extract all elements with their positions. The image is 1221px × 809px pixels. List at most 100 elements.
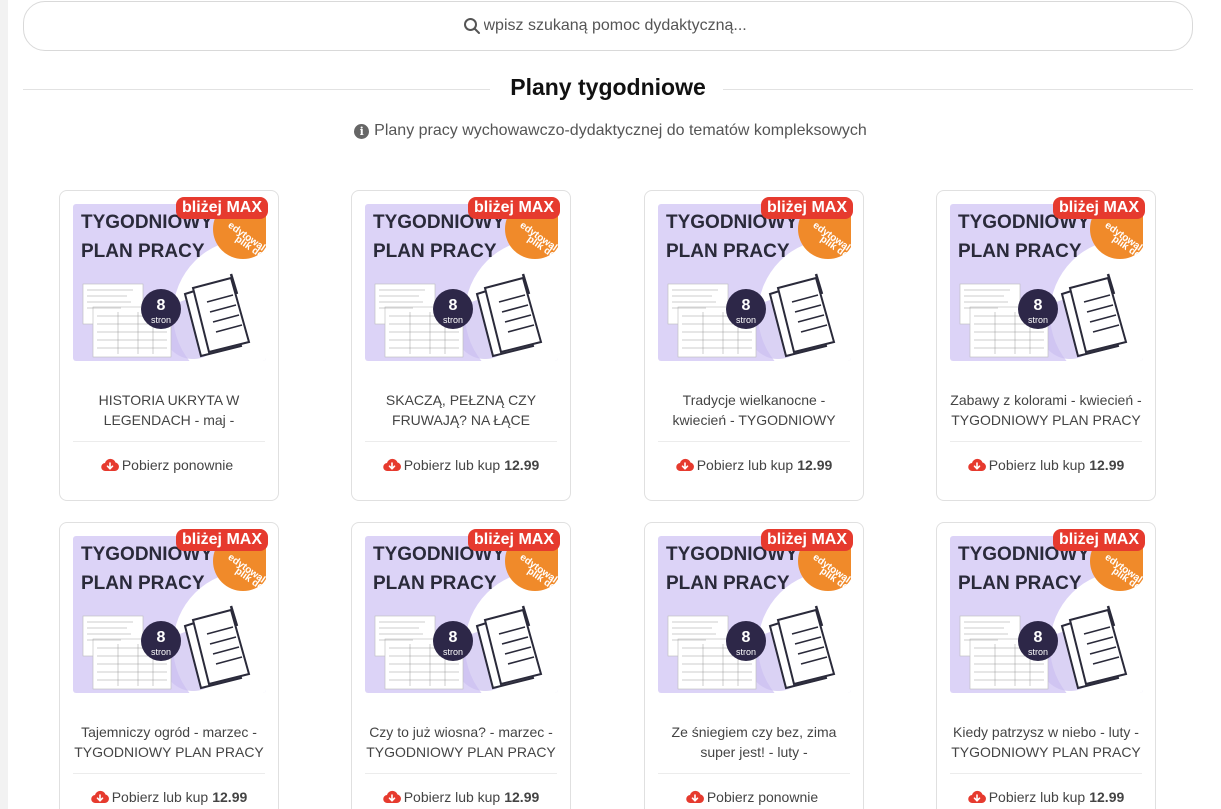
cloud-download-icon — [382, 790, 401, 804]
pages-label: stron — [443, 647, 463, 657]
product-thumbnail[interactable]: TYGODNIOWY PLAN PRACY edytowalny plik do… — [950, 204, 1143, 361]
thumb-title-line2: PLAN PRACY — [373, 241, 497, 262]
product-title[interactable]: Czy to już wiosna? - marzec - TYGODNIOWY… — [362, 722, 560, 762]
pages-count: 8 — [742, 629, 751, 646]
cloud-download-icon — [101, 458, 119, 472]
product-thumbnail[interactable]: TYGODNIOWY PLAN PRACY edytowalny plik do… — [950, 536, 1143, 693]
search-bar[interactable] — [23, 1, 1193, 51]
product-title[interactable]: SKACZĄ, PEŁZNĄ CZY FRUWAJĄ? NA ŁĄCE — [362, 390, 560, 430]
download-button[interactable]: Pobierz ponownie — [645, 789, 863, 805]
price: 12.99 — [797, 457, 833, 473]
product-title[interactable]: Kiedy patrzysz w niebo - luty - TYGODNIO… — [947, 722, 1145, 762]
product-card[interactable]: TYGODNIOWY PLAN PRACY edytowalny plik do… — [59, 190, 279, 501]
card-divider — [365, 773, 557, 774]
pages-count: 8 — [449, 297, 458, 314]
product-thumbnail[interactable]: TYGODNIOWY PLAN PRACY edytowalny plik do… — [73, 536, 266, 693]
product-thumbnail[interactable]: TYGODNIOWY PLAN PRACY edytowalny plik do… — [658, 536, 851, 693]
pages-label: stron — [151, 315, 171, 325]
download-button[interactable]: Pobierz lub kup 12.99 — [352, 789, 570, 805]
download-label: Pobierz lub kup — [696, 457, 794, 473]
product-title[interactable]: Ze śniegiem czy bez, zima super jest! - … — [655, 722, 853, 762]
max-badge: bliżej MAX — [175, 197, 268, 219]
product-thumbnail[interactable]: TYGODNIOWY PLAN PRACY edytowalny plik do… — [365, 204, 558, 361]
product-card[interactable]: TYGODNIOWY PLAN PRACY edytowalny plik do… — [644, 522, 864, 809]
pages-label: stron — [151, 647, 171, 657]
download-label: Pobierz lub kup — [988, 457, 1086, 473]
download-button[interactable]: Pobierz lub kup 12.99 — [60, 789, 278, 805]
card-divider — [950, 773, 1142, 774]
card-divider — [73, 441, 265, 442]
pages-label: stron — [736, 315, 756, 325]
card-divider — [658, 773, 850, 774]
card-divider — [658, 441, 850, 442]
max-badge: bliżej MAX — [760, 529, 853, 551]
cloud-download-icon — [382, 458, 401, 472]
price: 12.99 — [212, 789, 248, 805]
pages-count: 8 — [449, 629, 458, 646]
cloud-download-icon — [967, 790, 986, 804]
download-button[interactable]: Pobierz lub kup 12.99 — [352, 457, 570, 473]
product-title[interactable]: Tradycje wielkanocne - kwiecień - TYGODN… — [655, 390, 853, 430]
section-title: Plany tygodniowe — [510, 74, 706, 100]
product-title[interactable]: HISTORIA UKRYTA W LEGENDACH - maj - — [70, 390, 268, 430]
info-icon: i — [354, 123, 370, 139]
page: Plany tygodniowe i Plany pracy wychowawc… — [0, 0, 1221, 809]
thumb-title-line2: PLAN PRACY — [81, 241, 205, 262]
search-input[interactable] — [483, 17, 754, 35]
product-card[interactable]: TYGODNIOWY PLAN PRACY edytowalny plik do… — [936, 522, 1156, 809]
product-thumbnail[interactable]: TYGODNIOWY PLAN PRACY edytowalny plik do… — [365, 536, 558, 693]
product-card[interactable]: TYGODNIOWY PLAN PRACY edytowalny plik do… — [644, 190, 864, 501]
product-card[interactable]: TYGODNIOWY PLAN PRACY edytowalny plik do… — [936, 190, 1156, 501]
price: 12.99 — [504, 457, 540, 473]
product-title[interactable]: Zabawy z kolorami - kwiecień - TYGODNIOW… — [947, 390, 1145, 430]
pages-label: stron — [443, 315, 463, 325]
download-label: Pobierz ponownie — [121, 457, 234, 473]
price: 12.99 — [1089, 789, 1125, 805]
pages-count: 8 — [742, 297, 751, 314]
product-card[interactable]: TYGODNIOWY PLAN PRACY edytowalny plik do… — [59, 522, 279, 809]
download-label: Pobierz lub kup — [111, 789, 209, 805]
card-divider — [950, 441, 1142, 442]
search-icon[interactable] — [463, 17, 481, 35]
cloud-download-icon — [675, 458, 694, 472]
max-badge: bliżej MAX — [1052, 197, 1145, 219]
download-button[interactable]: Pobierz lub kup 12.99 — [937, 789, 1155, 805]
pages-count: 8 — [157, 629, 166, 646]
download-label: Pobierz lub kup — [403, 789, 501, 805]
pages-count: 8 — [1034, 629, 1043, 646]
product-title[interactable]: Tajemniczy ogród - marzec - TYGODNIOWY P… — [70, 722, 268, 762]
thumb-title-line2: PLAN PRACY — [81, 573, 205, 594]
cloud-download-icon — [686, 790, 704, 804]
pages-label: stron — [1028, 647, 1048, 657]
download-label: Pobierz lub kup — [988, 789, 1086, 805]
cloud-download-icon — [90, 790, 109, 804]
card-divider — [365, 441, 557, 442]
thumb-title-line2: PLAN PRACY — [958, 573, 1082, 594]
card-divider — [73, 773, 265, 774]
download-label: Pobierz ponownie — [706, 789, 819, 805]
max-badge: bliżej MAX — [467, 197, 560, 219]
pages-label: stron — [736, 647, 756, 657]
max-badge: bliżej MAX — [1052, 529, 1145, 551]
pages-label: stron — [1028, 315, 1048, 325]
product-card[interactable]: TYGODNIOWY PLAN PRACY edytowalny plik do… — [351, 190, 571, 501]
price: 12.99 — [1089, 457, 1125, 473]
download-button[interactable]: Pobierz ponownie — [60, 457, 278, 473]
section-subtitle: i Plany pracy wychowawczo-dydaktycznej d… — [0, 122, 1221, 140]
pages-count: 8 — [157, 297, 166, 314]
download-button[interactable]: Pobierz lub kup 12.99 — [937, 457, 1155, 473]
product-thumbnail[interactable]: TYGODNIOWY PLAN PRACY edytowalny plik do… — [73, 204, 266, 361]
section-heading: Plany tygodniowe — [23, 72, 1193, 108]
max-badge: bliżej MAX — [467, 529, 560, 551]
product-thumbnail[interactable]: TYGODNIOWY PLAN PRACY edytowalny plik do… — [658, 204, 851, 361]
thumb-title-line2: PLAN PRACY — [666, 241, 790, 262]
price: 12.99 — [504, 789, 540, 805]
section-subtitle-text: Plany pracy wychowawczo-dydaktycznej do … — [374, 122, 867, 139]
download-label: Pobierz lub kup — [403, 457, 501, 473]
download-button[interactable]: Pobierz lub kup 12.99 — [645, 457, 863, 473]
product-card[interactable]: TYGODNIOWY PLAN PRACY edytowalny plik do… — [351, 522, 571, 809]
pages-count: 8 — [1034, 297, 1043, 314]
thumb-title-line2: PLAN PRACY — [666, 573, 790, 594]
max-badge: bliżej MAX — [175, 529, 268, 551]
thumb-title-line2: PLAN PRACY — [373, 573, 497, 594]
